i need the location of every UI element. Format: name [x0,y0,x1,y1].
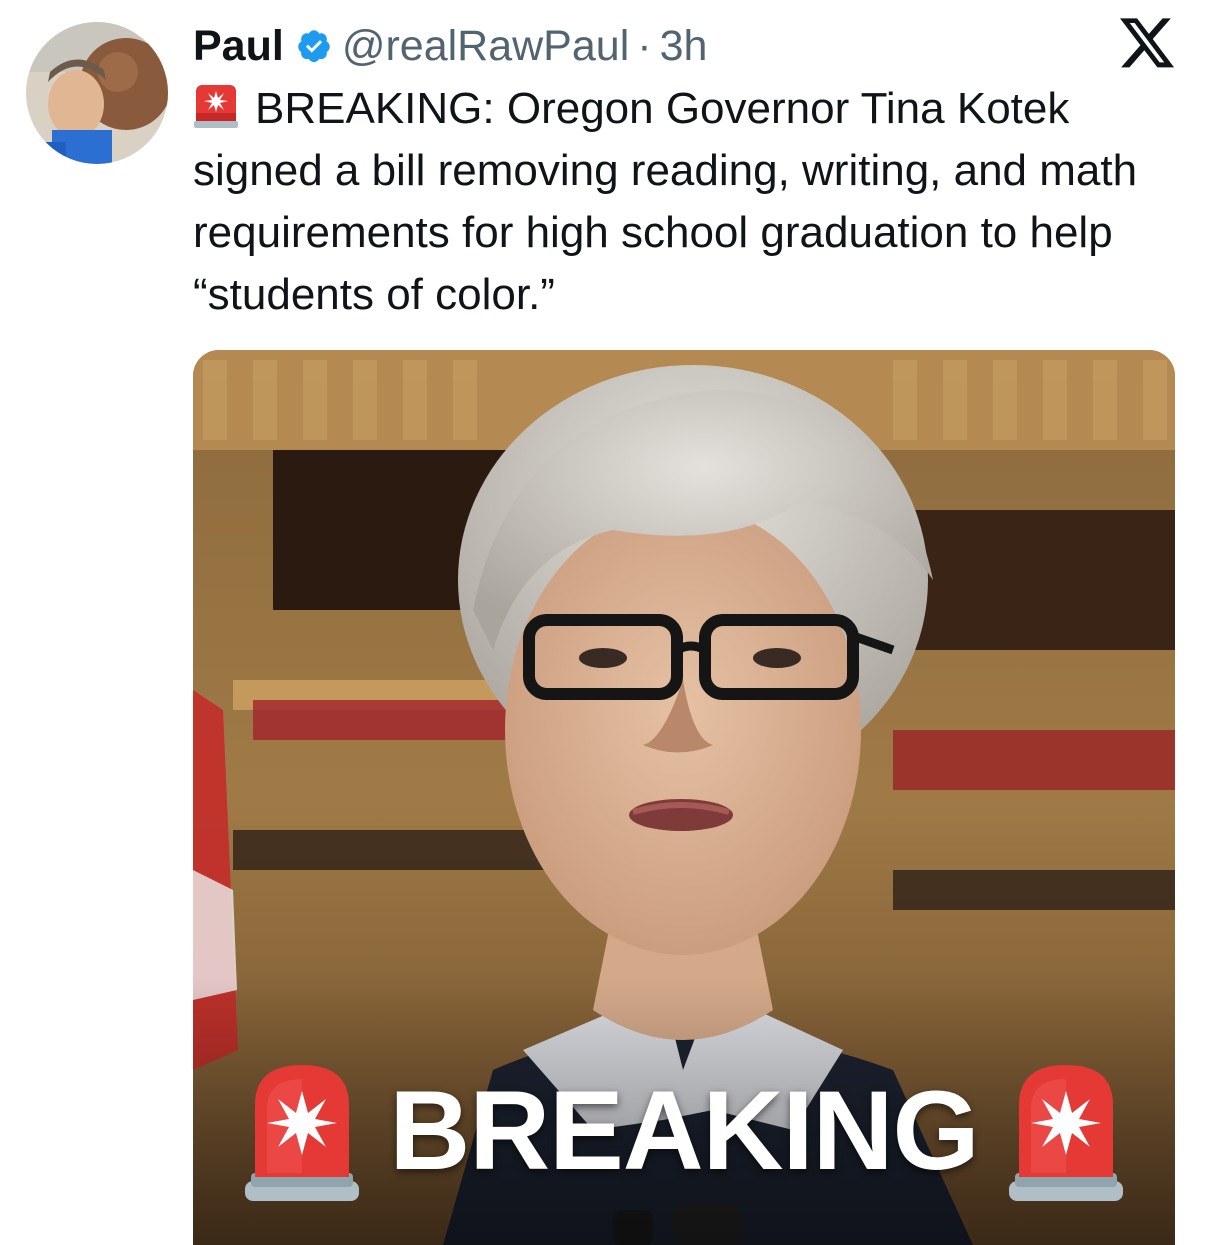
tweet-media-image[interactable]: BREAKING [193,350,1175,1245]
media-caption-text: BREAKING [389,1067,979,1193]
tweet-header: Paul @realRawPaul · 3h [193,14,707,78]
police-car-light-icon [1001,1053,1131,1208]
tweet-body-text: BREAKING: Oregon Governor Tina Kotek sig… [193,84,1138,319]
police-car-light-icon [193,83,239,129]
author-handle[interactable]: @realRawPaul [342,14,629,78]
author-avatar[interactable] [26,22,168,164]
verified-badge-icon [296,28,332,64]
author-display-name[interactable]: Paul [193,14,284,78]
x-logo-icon[interactable] [1120,18,1176,70]
tweet-text: BREAKING: Oregon Governor Tina Kotek sig… [193,78,1193,326]
header-separator: · [637,22,652,70]
media-caption: BREAKING [193,1030,1175,1230]
avatar-image [26,22,168,164]
tweet-timestamp[interactable]: 3h [660,14,708,78]
police-car-light-icon [237,1053,367,1208]
